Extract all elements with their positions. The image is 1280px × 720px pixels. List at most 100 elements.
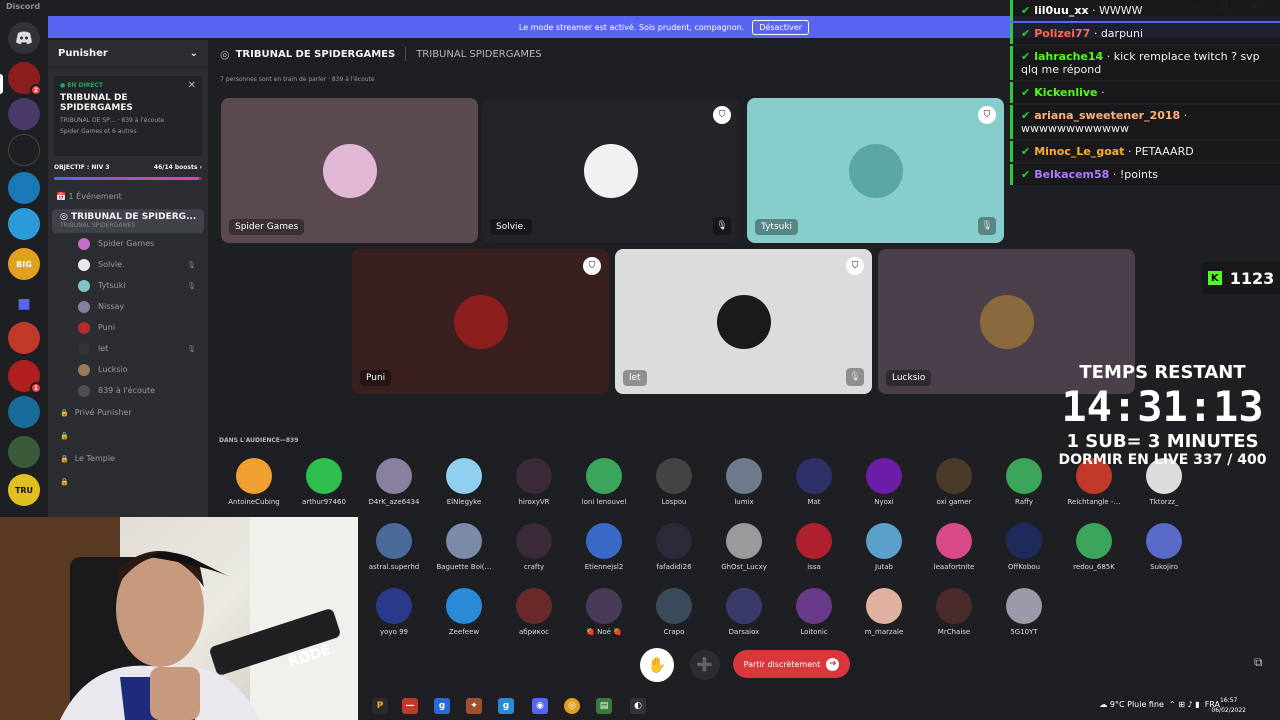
obs-icon[interactable]: ◐ [630,698,646,714]
server-icon[interactable] [8,134,40,166]
events-link[interactable]: 📅 1 Événement [56,192,200,201]
leave-quietly-button[interactable]: Partir discrètement ➜ [733,650,850,678]
avatar [866,523,902,559]
speaker-tile[interactable]: Spider Games [221,98,478,243]
discord-taskbar-icon[interactable]: ◉ [532,698,548,714]
audience-member[interactable]: fafadidi26 [639,523,709,571]
audience-member[interactable]: oxi gamer [919,458,989,506]
audience-member[interactable]: Baguette Boi(… [429,523,499,571]
system-tray[interactable]: ☁ 9°C Pluie fine ⌃ ⊞ ♪ ▮ FRA [1099,700,1220,709]
audience-member[interactable]: astral.superhd [359,523,429,571]
audience-member[interactable]: OffKobou [989,523,1059,571]
audience-member[interactable]: Crapo [639,588,709,636]
stage-member[interactable]: Lucksio [48,359,208,380]
server-icon[interactable] [8,396,40,428]
audience-member[interactable]: Zeefeew [429,588,499,636]
audience-member[interactable]: Loitonic [779,588,849,636]
audience-member[interactable]: arthur97460 [289,458,359,506]
taskbar-clock[interactable]: 16:57 06/02/2022 [1211,696,1246,716]
audience-member[interactable]: hiroxyVR [499,458,569,506]
audience-member[interactable]: абрикос [499,588,569,636]
avatar [78,363,90,376]
stage-member[interactable]: Spider Games [48,233,208,254]
stage-member[interactable]: Solvie. 🎙 [48,254,208,275]
server-icon[interactable]: BIG [8,248,40,280]
chrome-icon[interactable]: ◎ [564,698,580,714]
audience-member[interactable]: Darsaiox [709,588,779,636]
stage-member[interactable]: Puni [48,317,208,338]
channel-le-temple[interactable]: 🔒 Le Temple [48,447,208,470]
app-p-icon[interactable]: P [372,698,388,714]
audience-member[interactable]: D4rK_aze6434 [359,458,429,506]
app-icon[interactable]: ▤ [596,698,612,714]
home-icon[interactable] [8,22,40,54]
audience-member[interactable]: yoyo 99 [359,588,429,636]
audience-member[interactable]: Sukojiro [1129,523,1199,571]
audience-member[interactable]: AntoineCubing [219,458,289,506]
invite-button[interactable]: ➕ [690,650,720,680]
audience-member[interactable]: redou_685K [1059,523,1129,571]
speaker-tile[interactable]: Tytsuki ⛉ 🎙 [747,98,1004,243]
server-icon[interactable]: TRU [8,474,40,506]
audience-member[interactable]: Nyoxi [849,458,919,506]
leave-label: Partir discrètement [743,659,821,669]
verified-check-icon: ✔ [1021,86,1031,99]
stage-member[interactable]: Tytsuki 🎙 [48,275,208,296]
server-icon[interactable] [8,98,40,130]
audience-name: lumix [734,498,754,506]
audience-member[interactable]: 5G10YT [989,588,1059,636]
avatar [936,588,972,624]
popout-icon[interactable]: ⧉ [1254,655,1263,670]
audience-member[interactable]: lumix [709,458,779,506]
audience-member[interactable]: Mat [779,458,849,506]
avatar [78,342,90,355]
audience-name: redou_685K [1073,563,1115,571]
server-icon[interactable] [8,322,40,354]
close-icon[interactable]: ✕ [188,80,196,91]
audience-name: Nyoxi [874,498,894,506]
speaker-tile[interactable]: Solvie. ⛉ 🎙 [482,98,739,243]
app-g-icon[interactable]: g [498,698,514,714]
channel-private-punisher[interactable]: 🔒 Privé Punisher [48,401,208,424]
chat-separator: · [1101,86,1105,99]
server-icon[interactable]: 1 [8,360,42,394]
speaker-tile[interactable]: let ⛉ 🎙 [615,249,872,394]
stage-member[interactable]: let 🎙 [48,338,208,359]
server-icon[interactable] [8,172,40,204]
audience-member[interactable]: MrChaise [919,588,989,636]
folder-icon[interactable]: ■ [8,288,40,320]
stage-member[interactable]: Nissay [48,296,208,317]
audience-member[interactable]: ElNlegyke [429,458,499,506]
audience-name: arthur97460 [302,498,346,506]
live-stage-card[interactable]: ✕ ● EN DIRECT TRIBUNAL DE SPIDERGAMES TR… [54,76,202,156]
stage-card-speakers: Spider Games et 6 autres [60,128,137,135]
audience-member[interactable]: 🍓 Noé 🍓 [569,588,639,636]
server-icon[interactable] [8,208,40,240]
app-icon[interactable]: — [402,698,418,714]
boost-objective[interactable]: OBJECTIF : NIV 3 46/14 boosts › [54,164,202,171]
speaker-tile[interactable]: Puni ⛉ [352,249,609,394]
audience-member[interactable]: leaafortnite [919,523,989,571]
channel-hidden[interactable]: 🔒 [48,424,208,447]
audience-member[interactable]: m_marzale [849,588,919,636]
server-icon[interactable]: 2 [8,62,42,96]
audience-member[interactable]: loni lenouvel [569,458,639,506]
app-g-icon[interactable]: g [434,698,450,714]
audience-member[interactable]: GhOst_Lucxy [709,523,779,571]
channel-hidden[interactable]: 🔒 [48,470,208,493]
listeners-count[interactable]: 839 à l'écoute [48,380,208,401]
active-stage-channel[interactable]: ◎ TRIBUNAL DE SPIDERG... TRIBUNAL SPIDER… [52,209,204,233]
audience-member[interactable]: crafty [499,523,569,571]
audience-member[interactable]: Etiennejsl2 [569,523,639,571]
server-header[interactable]: Punisher ⌄ [48,40,208,68]
avatar [1076,523,1112,559]
disable-streamer-button[interactable]: Désactiver [752,19,810,35]
audience-member[interactable]: Raffy [989,458,1059,506]
audience-member[interactable]: Lospou [639,458,709,506]
app-icon[interactable]: ✦ [466,698,482,714]
avatar [936,523,972,559]
raise-hand-button[interactable]: ✋ [640,648,674,682]
audience-member[interactable]: Jutab [849,523,919,571]
server-icon[interactable] [8,436,40,468]
audience-member[interactable]: issa [779,523,849,571]
